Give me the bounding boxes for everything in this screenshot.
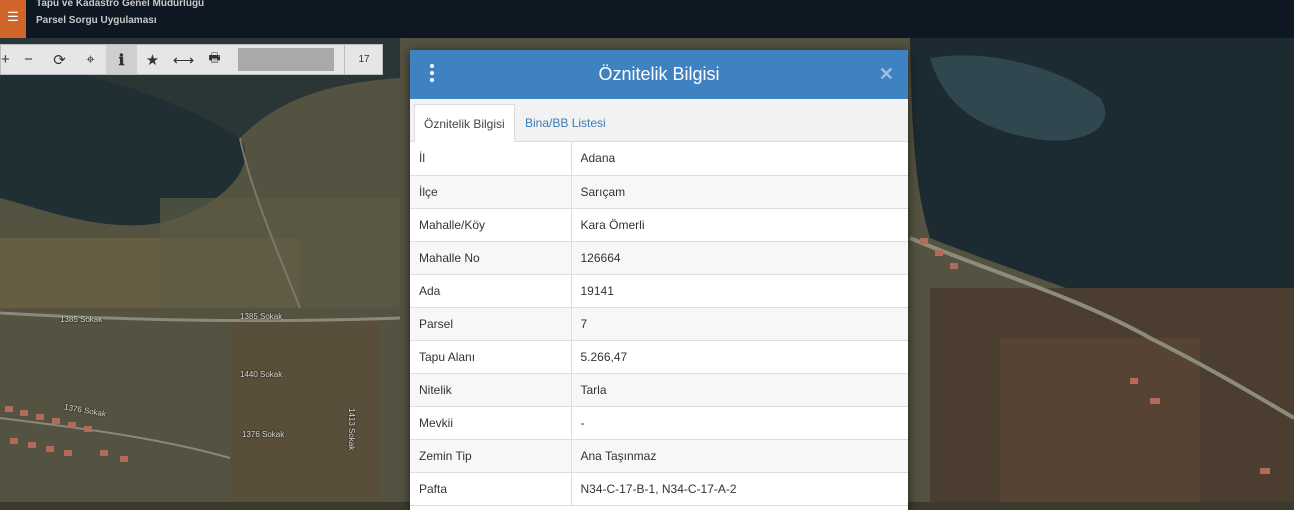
refresh-button[interactable]: ⟳ — [44, 45, 75, 74]
street-label: 1413 Sokak — [347, 408, 356, 451]
zoom-out-button[interactable]: − — [13, 45, 44, 74]
table-row: İlçe Sarıçam — [410, 175, 908, 209]
table-row: Parsel 7 — [410, 307, 908, 341]
dialog-header: Öznitelik Bilgisi ✕ — [410, 50, 908, 99]
favorite-button[interactable]: ★ — [137, 45, 168, 74]
table-row: Mahalle No 126664 — [410, 241, 908, 275]
row-value: Sarıçam — [571, 175, 908, 209]
attribute-table: İl Adana İlçe Sarıçam Mahalle/Köy Kara Ömer… — [410, 142, 908, 506]
tab-building-list[interactable]: Bina/BB Listesi — [516, 104, 615, 142]
street-label: 1440 Sokak — [240, 370, 283, 379]
table-row: Tapu Alanı 5.266,47 — [410, 340, 908, 374]
locate-icon: ⌖ — [86, 51, 95, 68]
table-row: Mevkii - — [410, 406, 908, 440]
row-key: Ada — [410, 274, 572, 308]
zoom-out-icon: − — [24, 51, 33, 68]
app-name: Parsel Sorgu Uygulaması — [36, 15, 157, 26]
zoom-level: 17 — [344, 45, 383, 74]
row-value: 19141 — [571, 274, 908, 308]
attribute-dialog: Öznitelik Bilgisi ✕ Öznitelik Bilgisi Bi… — [410, 50, 908, 510]
measure-button[interactable]: ⟷ — [168, 45, 199, 74]
refresh-icon: ⟳ — [53, 51, 66, 69]
row-key: Parsel — [410, 307, 572, 341]
row-key: Mevkii — [410, 406, 572, 440]
row-key: Pafta — [410, 472, 572, 506]
row-value: 7 — [571, 307, 908, 341]
table-row: İl Adana — [410, 142, 908, 176]
star-icon: ★ — [145, 51, 160, 69]
row-value: Adana — [571, 142, 908, 176]
tab-attribute-info[interactable]: Öznitelik Bilgisi — [414, 104, 515, 142]
menu-button[interactable]: ☰ — [0, 0, 26, 38]
row-value: Kara Ömerli — [571, 208, 908, 242]
street-label: 1376 Sokak — [242, 430, 285, 439]
table-row: Mahalle/Köy Kara Ömerli — [410, 208, 908, 242]
map-toolbar: + − ⟳ ⌖ ℹ ★ ⟷ 🖶 17 — [0, 44, 383, 75]
print-button[interactable]: 🖶 — [199, 45, 230, 74]
app-header: ☰ Tapu ve Kadastro Genel Müdürlüğü Parse… — [0, 0, 1294, 38]
row-value: - — [571, 406, 908, 440]
measure-icon: ⟷ — [172, 51, 195, 69]
dialog-tabs: Öznitelik Bilgisi Bina/BB Listesi — [410, 99, 908, 142]
row-key: Nitelik — [410, 373, 572, 407]
dialog-title: Öznitelik Bilgisi — [598, 64, 720, 84]
print-icon: 🖶 — [208, 49, 221, 65]
row-key: İl — [410, 142, 572, 176]
table-row: Ada 19141 — [410, 274, 908, 308]
row-value: 5.266,47 — [571, 340, 908, 374]
table-row: Zemin Tip Ana Taşınmaz — [410, 439, 908, 473]
row-key: Tapu Alanı — [410, 340, 572, 374]
row-value: N34-C-17-B-1, N34-C-17-A-2 — [571, 472, 908, 506]
street-label: 1385 Sokak — [240, 312, 283, 321]
org-name: Tapu ve Kadastro Genel Müdürlüğü — [36, 0, 205, 9]
locate-button[interactable]: ⌖ — [75, 45, 106, 74]
zoom-in-icon: + — [1, 51, 10, 68]
row-key: Mahalle/Köy — [410, 208, 572, 242]
row-value: Ana Taşınmaz — [571, 439, 908, 473]
info-icon: ℹ — [118, 51, 125, 69]
close-icon[interactable]: ✕ — [879, 64, 894, 85]
row-value: 126664 — [571, 241, 908, 275]
row-key: Zemin Tip — [410, 439, 572, 473]
table-row: Nitelik Tarla — [410, 373, 908, 407]
scale-bar — [238, 48, 334, 71]
info-button[interactable]: ℹ — [106, 45, 137, 74]
row-key: Mahalle No — [410, 241, 572, 275]
street-label: 1385 Sokak — [60, 315, 103, 324]
hamburger-icon: ☰ — [7, 9, 19, 24]
row-key: İlçe — [410, 175, 572, 209]
zoom-in-button[interactable]: + — [1, 45, 13, 74]
row-value: Tarla — [571, 373, 908, 407]
table-row: Pafta N34-C-17-B-1, N34-C-17-A-2 — [410, 472, 908, 506]
